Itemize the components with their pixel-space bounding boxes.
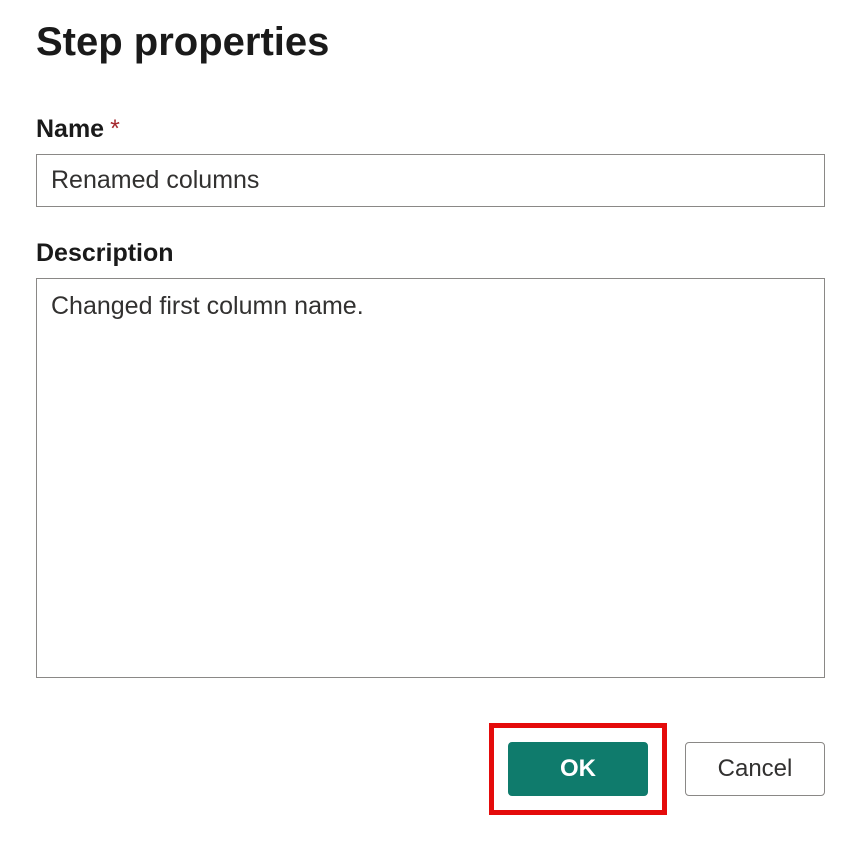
ok-button[interactable]: OK — [508, 742, 648, 796]
description-label: Description — [36, 239, 174, 268]
name-field-group: Name * — [36, 115, 825, 207]
name-label: Name — [36, 115, 104, 144]
name-label-row: Name * — [36, 115, 825, 144]
description-input[interactable] — [36, 278, 825, 678]
description-field-group: Description — [36, 239, 825, 683]
name-input[interactable] — [36, 154, 825, 207]
cancel-button[interactable]: Cancel — [685, 742, 825, 796]
step-properties-dialog: Step properties Name * Description OK Ca… — [0, 0, 861, 851]
description-label-row: Description — [36, 239, 825, 268]
dialog-title: Step properties — [36, 20, 825, 65]
name-required-marker: * — [110, 115, 120, 144]
ok-button-highlight: OK — [489, 723, 667, 815]
dialog-button-row: OK Cancel — [36, 723, 825, 815]
